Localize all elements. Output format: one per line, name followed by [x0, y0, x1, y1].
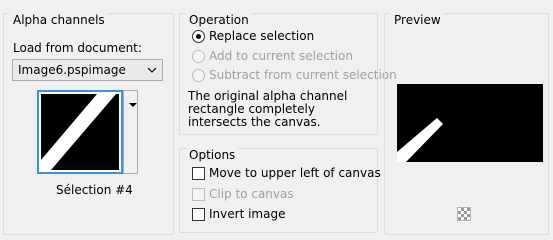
replace-selection-label[interactable]: Replace selection — [209, 29, 314, 43]
operation-description: The original alpha channel rectangle com… — [188, 89, 348, 129]
move-to-upper-left-checkbox[interactable] — [192, 167, 205, 180]
clip-to-canvas-label[interactable]: Clip to canvas — [209, 187, 294, 201]
alpha-channels-title: Alpha channels — [10, 13, 108, 27]
document-select-value: Image6.pspimage — [18, 63, 126, 77]
invert-image-checkbox[interactable] — [192, 208, 205, 221]
add-to-selection-radio[interactable] — [192, 50, 205, 63]
transparency-toggle-icon[interactable] — [457, 207, 471, 221]
chevron-down-icon — [147, 67, 157, 73]
operation-title: Operation — [186, 13, 252, 27]
load-from-document-label: Load from document: — [13, 41, 142, 55]
document-select[interactable]: Image6.pspimage — [12, 59, 163, 81]
subtract-from-selection-radio[interactable] — [192, 69, 205, 82]
selection-caption: Sélection #4 — [56, 183, 133, 197]
replace-selection-radio[interactable] — [192, 30, 205, 43]
invert-image-label[interactable]: Invert image — [209, 207, 285, 221]
alpha-channel-thumbnail-image — [41, 94, 119, 170]
preview-shape — [397, 118, 443, 162]
thumbnail-dropdown-button[interactable] — [123, 90, 138, 174]
clip-to-canvas-checkbox[interactable] — [192, 188, 205, 201]
alpha-channel-thumbnail[interactable] — [37, 90, 123, 174]
move-to-upper-left-label[interactable]: Move to upper left of canvas — [209, 166, 381, 180]
add-to-selection-label[interactable]: Add to current selection — [209, 49, 353, 63]
options-title: Options — [186, 148, 239, 162]
dropdown-arrow-icon — [129, 103, 137, 107]
subtract-from-selection-label[interactable]: Subtract from current selection — [209, 68, 397, 82]
preview-title: Preview — [391, 13, 444, 27]
preview-image — [397, 84, 543, 162]
